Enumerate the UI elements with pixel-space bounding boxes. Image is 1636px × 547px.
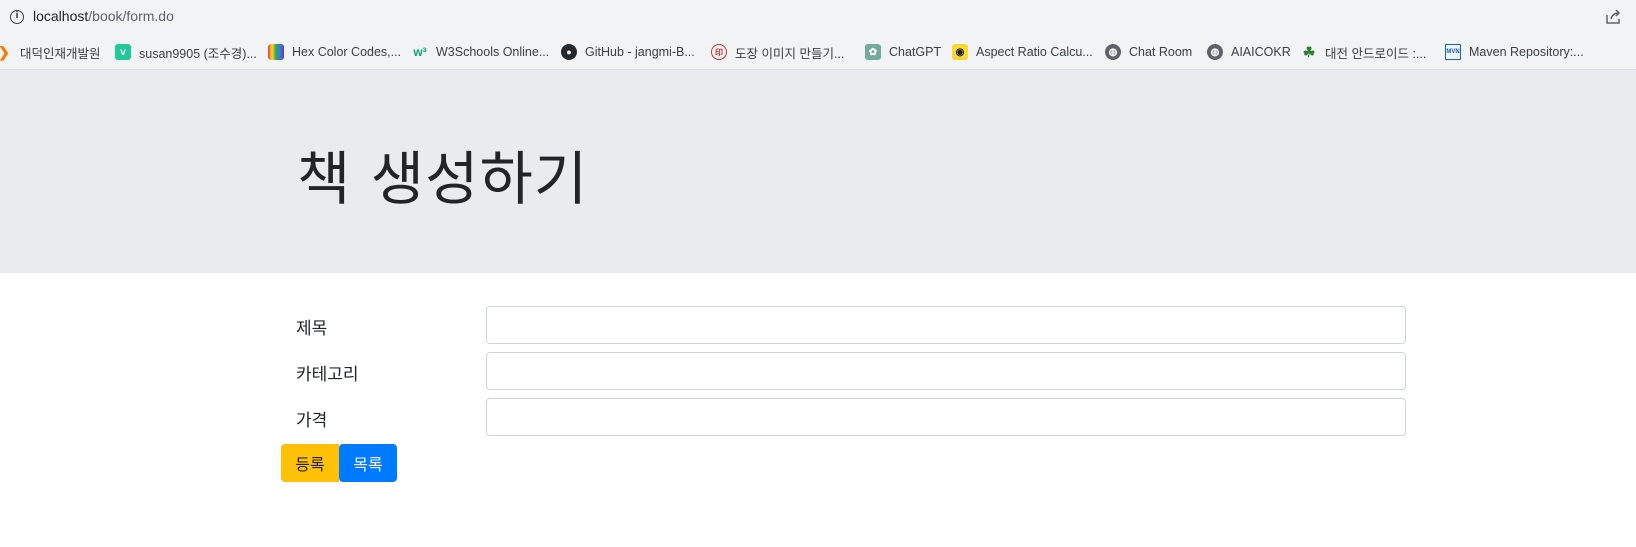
bookmark-label: Chat Room bbox=[1129, 45, 1193, 59]
bookmark-item[interactable]: ☘ 대전 안드로이드 :... bbox=[1301, 42, 1427, 62]
velog-icon: v bbox=[115, 44, 131, 60]
bookmark-item[interactable]: Hex Color Codes,... bbox=[268, 42, 401, 62]
maven-icon: MVN bbox=[1445, 44, 1461, 60]
bookmark-label: 대전 안드로이드 :... bbox=[1325, 46, 1427, 61]
bookmark-item[interactable]: ● GitHub - jangmi-B... bbox=[561, 42, 695, 62]
jumbotron: 책 생성하기 bbox=[0, 70, 1636, 273]
github-icon: ● bbox=[561, 44, 577, 60]
w3schools-icon: w³ bbox=[413, 45, 427, 59]
bookmark-label: Hex Color Codes,... bbox=[292, 45, 402, 59]
stamp-icon: 印 bbox=[711, 44, 727, 60]
bookmark-item[interactable]: v susan9905 (조수경)... bbox=[115, 42, 257, 62]
bookmark-item[interactable]: w³ W3Schools Online... bbox=[412, 42, 549, 62]
title-input[interactable] bbox=[486, 306, 1406, 344]
title-label: 제목 bbox=[296, 319, 328, 339]
bookmark-item[interactable]: ◍ Chat Room bbox=[1105, 42, 1192, 62]
url-path: /book/form.do bbox=[88, 8, 174, 24]
url-host: localhost bbox=[33, 8, 89, 24]
list-button[interactable]: 목록 bbox=[339, 444, 397, 482]
info-icon[interactable]: i bbox=[10, 10, 24, 24]
bookmark-label: 도장 이미지 만들기... bbox=[735, 46, 845, 61]
price-input[interactable] bbox=[486, 398, 1406, 436]
submit-button[interactable]: 등록 bbox=[281, 444, 339, 482]
aspect-ratio-icon: ◉ bbox=[952, 44, 968, 60]
bookmark-item[interactable]: ❯ 대덕인재개발원 bbox=[0, 42, 101, 62]
globe-icon: ◍ bbox=[1207, 44, 1223, 60]
globe-icon: ◍ bbox=[1105, 44, 1121, 60]
bookmark-label: susan9905 (조수경)... bbox=[139, 46, 257, 61]
bookmark-label: GitHub - jangmi-B... bbox=[585, 45, 695, 59]
bookmarks-bar: ❯ 대덕인재개발원 v susan9905 (조수경)... Hex Color… bbox=[0, 34, 1636, 70]
category-input[interactable] bbox=[486, 352, 1406, 390]
bookmark-label: AIAICOKR bbox=[1231, 45, 1291, 59]
flame-icon: ❯ bbox=[0, 44, 12, 60]
price-label: 가격 bbox=[296, 411, 328, 431]
bookmark-item[interactable]: ✿ ChatGPT bbox=[865, 42, 941, 62]
bookmark-label: Aspect Ratio Calcu... bbox=[976, 45, 1093, 59]
bookmark-label: ChatGPT bbox=[889, 45, 942, 59]
bookmark-item[interactable]: 印 도장 이미지 만들기... bbox=[711, 42, 844, 62]
bookmark-item[interactable]: ◉ Aspect Ratio Calcu... bbox=[952, 42, 1093, 62]
book-rainbow-icon bbox=[268, 44, 284, 60]
address-bar[interactable]: i localhost/book/form.do bbox=[0, 0, 1636, 34]
bookmark-label: 대덕인재개발원 bbox=[20, 46, 101, 61]
category-label: 카테고리 bbox=[296, 365, 359, 385]
chatgpt-icon: ✿ bbox=[865, 44, 881, 60]
bookmark-label: W3Schools Online... bbox=[436, 45, 550, 59]
bookmark-item[interactable]: MVN Maven Repository:... bbox=[1445, 42, 1584, 62]
url-text[interactable]: localhost/book/form.do bbox=[33, 8, 174, 24]
leaf-icon: ☘ bbox=[1302, 43, 1316, 60]
page-title: 책 생성하기 bbox=[297, 145, 589, 213]
bookmark-item[interactable]: ◍ AIAICOKR bbox=[1207, 42, 1291, 62]
bookmark-label: Maven Repository:... bbox=[1469, 45, 1584, 59]
share-icon[interactable] bbox=[1604, 8, 1622, 26]
